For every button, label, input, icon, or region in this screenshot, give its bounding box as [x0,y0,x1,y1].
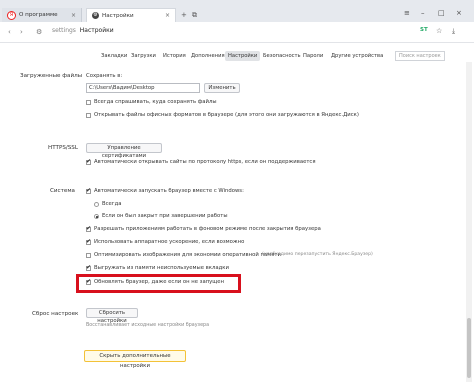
settings-page-icon: ⚙ [36,28,43,36]
back-icon[interactable]: ‹ [8,28,11,36]
hide-more-settings-button[interactable]: Скрыть дополнительные настройки [84,350,186,369]
nav-security[interactable]: Безопасность [260,51,304,61]
minimize-icon[interactable]: – [421,9,425,17]
nav-downloads[interactable]: Загрузки [128,51,159,61]
reset-settings-button[interactable]: Сбросить настройки [86,308,138,324]
autostart-checkbox[interactable] [86,187,91,194]
change-path-button[interactable]: Изменить [204,83,240,93]
forward-icon[interactable]: › [20,28,23,36]
section-https: HTTPS/SSL [48,145,78,151]
address-title: Настройки [79,27,114,34]
close-window-icon[interactable]: × [456,9,462,17]
ask-where-checkbox[interactable] [86,100,91,105]
ask-where-label: Всегда спрашивать, куда сохранять файлы [94,99,217,105]
section-downloads: Загруженные файлы [20,73,83,79]
address-bar: ‹ › ⚙ settings Настройки ST ☆ ⤓ [0,22,474,43]
nav-extensions[interactable]: Дополнения [188,51,228,61]
yandex-icon: Я [7,10,16,20]
unload-tabs-checkbox[interactable] [86,264,91,271]
download-icon[interactable]: ⤓ [452,27,455,36]
auto-https-checkbox[interactable] [86,158,91,165]
autostart-always-radio[interactable] [94,202,99,207]
hw-accel-checkbox[interactable] [86,238,91,245]
nav-settings[interactable]: Настройки [225,51,261,61]
scrollbar-thumb[interactable] [467,318,471,378]
window-restore-icon[interactable]: ⧉ [192,11,197,20]
unload-tabs-label: Выгружать из памяти неиспользуемые вклад… [94,265,229,271]
background-label: Разрешать приложениям работать в фоновом… [94,226,321,232]
background-checkbox[interactable] [86,225,91,232]
auto-https-label: Автоматически открывать сайты по протоко… [94,159,316,165]
new-tab-icon[interactable]: + [181,11,187,19]
nav-passwords[interactable]: Пароли [300,51,326,61]
autostart-if-not-closed-radio[interactable] [94,214,99,219]
tab-label: Настройки [102,12,134,19]
optimize-images-label: Оптимизировать изображения для экономии … [94,252,281,258]
open-office-checkbox[interactable] [86,113,91,118]
highlight-box [76,274,241,293]
save-in-label: Сохранять в: [86,73,123,79]
manage-certs-button[interactable]: Управление сертификатами [86,143,162,159]
optimize-images-checkbox[interactable] [86,253,91,258]
reset-note: Восстанавливает исходные настройки брауз… [86,323,210,328]
tab-settings[interactable]: ⚙ Настройки × [86,8,176,22]
hw-accel-label: Использовать аппаратное ускорение, если … [94,239,245,245]
address-field[interactable]: settings Настройки [52,27,114,34]
nav-bookmarks[interactable]: Закладки [98,51,130,61]
close-icon[interactable]: × [165,12,170,19]
autostart-always-label: Всегда [102,201,122,207]
menu-icon[interactable]: ≡ [404,9,410,17]
nav-other-devices[interactable]: Другие устройства [328,51,386,61]
autostart-if-not-closed-label: Если он был закрыт при завершении работы [102,213,228,219]
nav-history[interactable]: История [160,51,189,61]
tab-about[interactable]: Я О программе × [2,8,82,22]
close-icon[interactable]: × [71,12,76,19]
tab-label: О программе [19,12,58,18]
maximize-icon[interactable]: □ [438,9,445,17]
section-reset: Сброс настроек [32,311,79,317]
open-office-label: Открывать файлы офисных форматов в брауз… [94,112,359,118]
address-scheme: settings [52,27,76,34]
section-system: Система [50,188,75,194]
settings-search-input[interactable]: Поиск настроек [395,51,445,61]
optimize-note: (необходимо перезапустить Яндекс.Браузер… [262,252,373,257]
extension-badge[interactable]: ST [420,27,428,33]
download-path-field[interactable]: C:\Users\Вадим\Desktop [86,83,200,93]
bookmark-star-icon[interactable]: ☆ [436,27,442,35]
autostart-label: Автоматически запускать браузер вместе с… [94,188,244,194]
title-bar: Я О программе × ⚙ Настройки × + ⧉ ≡ – □ … [0,0,474,23]
gear-icon: ⚙ [92,12,99,19]
